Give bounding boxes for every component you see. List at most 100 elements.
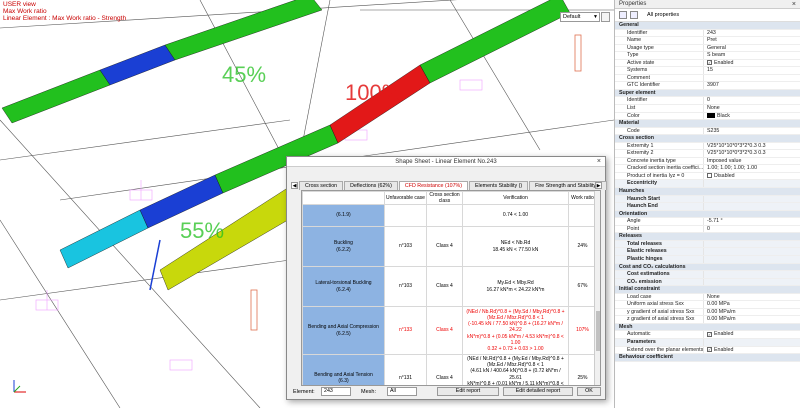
property-row[interactable]: y gradient of axial stress Sxx 0.00 MPa/m — [615, 308, 800, 317]
checkbox-icon[interactable]: ✓ — [707, 331, 712, 337]
property-value-cell[interactable] — [703, 286, 800, 293]
property-grid[interactable]: General Identifier 243 Name Pret Usage type Ge… — [615, 22, 800, 362]
property-value-cell[interactable]: ✓ Enabled — [703, 346, 800, 354]
property-category[interactable]: General — [615, 22, 800, 30]
property-value-cell[interactable]: -5.71 ° — [703, 218, 800, 225]
view-select[interactable]: Default ▼ — [560, 12, 600, 22]
property-value-cell[interactable] — [703, 180, 800, 188]
table-scrollbar[interactable] — [594, 191, 600, 385]
view-option-button[interactable] — [601, 12, 610, 22]
property-value-cell[interactable] — [703, 203, 800, 210]
property-group[interactable]: Plastic hinges — [615, 255, 800, 264]
property-value-cell[interactable] — [703, 135, 800, 142]
property-row[interactable]: Cracked section inertia coeffici... 1.00;… — [615, 165, 800, 173]
property-value-cell[interactable] — [703, 338, 800, 346]
property-row[interactable]: Load case None — [615, 293, 800, 302]
property-row[interactable]: Product of inertia Iyz = 0 Disabled — [615, 172, 800, 181]
property-category[interactable]: Orientation — [615, 210, 800, 219]
property-value-cell[interactable]: S beam — [703, 52, 800, 59]
property-value-cell[interactable] — [703, 248, 800, 255]
property-value-cell[interactable]: Pret — [703, 37, 800, 44]
property-category[interactable]: Super element — [615, 89, 800, 98]
property-group[interactable]: Parameters — [615, 338, 800, 347]
property-row[interactable]: Identifier 243 — [615, 29, 800, 38]
color-swatch[interactable] — [707, 112, 715, 118]
checkbox-icon[interactable] — [707, 173, 712, 179]
property-row[interactable]: Code S235 — [615, 127, 800, 136]
close-icon[interactable]: × — [792, 0, 796, 9]
property-row[interactable]: Identifier 0 — [615, 97, 800, 106]
table-row[interactable]: Bending and Axial Tension (6.3) n°131 Clas… — [302, 353, 597, 385]
property-row[interactable]: Systems 15 — [615, 67, 800, 75]
property-value-cell[interactable]: 0.00 MPa/m — [703, 316, 800, 323]
property-value-cell[interactable] — [703, 188, 800, 195]
property-value-cell[interactable]: None — [703, 105, 800, 112]
property-row[interactable]: Active state ✓ Enabled — [615, 59, 800, 68]
property-value-cell[interactable]: Black — [703, 112, 800, 120]
checkbox-icon[interactable]: ✓ — [707, 346, 712, 352]
property-value-cell[interactable]: Disabled — [703, 172, 800, 180]
table-row[interactable]: Lateral-torsional Buckling (6.2.4) n°103 C… — [302, 266, 597, 307]
property-category[interactable]: Material — [615, 120, 800, 128]
property-category[interactable]: Initial constraint — [615, 286, 800, 294]
property-value-cell[interactable] — [703, 233, 800, 240]
property-value-cell[interactable]: ✓ Enabled — [703, 331, 800, 338]
property-value-cell[interactable] — [703, 22, 800, 29]
filter-icon[interactable] — [630, 11, 638, 19]
property-row[interactable]: Extremity 2 V25*10*10*0*3*2*0.3 0.3 — [615, 150, 800, 158]
property-value-cell[interactable]: 243 — [703, 29, 800, 37]
property-value-cell[interactable]: General — [703, 44, 800, 52]
property-value-cell[interactable]: 15 — [703, 67, 800, 74]
property-group[interactable]: Haunch Start — [615, 195, 800, 204]
property-row[interactable]: Type S beam — [615, 52, 800, 60]
property-value-cell[interactable]: 3907 — [703, 82, 800, 89]
property-value-cell[interactable] — [703, 74, 800, 82]
sort-icon[interactable] — [619, 11, 627, 19]
tab-scroll-right-icon[interactable]: ▶ — [595, 182, 602, 189]
property-group[interactable]: Eccentricity — [615, 180, 800, 189]
property-row[interactable]: Extend over the planar elements ✓ Enabled — [615, 346, 800, 355]
ok-button[interactable]: OK — [577, 387, 601, 396]
property-value-cell[interactable] — [703, 240, 800, 248]
property-category[interactable]: Cross section — [615, 135, 800, 143]
property-row[interactable]: Automatic ✓ Enabled — [615, 331, 800, 339]
property-value-cell[interactable]: V25*10*10*0*3*2*0.3 0.3 — [703, 150, 800, 157]
property-group[interactable]: CO₂ emission — [615, 278, 800, 287]
property-row[interactable]: Extremity 1 V25*10*10*0*3*2*0.3 0.3 — [615, 142, 800, 151]
property-row[interactable]: Point 0 — [615, 225, 800, 234]
tab-scroll-left-icon[interactable]: ◀ — [291, 182, 298, 189]
property-value-cell[interactable] — [703, 120, 800, 127]
property-value-cell[interactable] — [703, 278, 800, 286]
verification-table-container[interactable]: Unfavorable case Cross section class Ver… — [301, 190, 601, 386]
property-value-cell[interactable]: 0 — [703, 225, 800, 233]
property-value-cell[interactable]: 0.00 MPa — [703, 301, 800, 308]
mesh-select[interactable]: All — [387, 387, 417, 396]
property-row[interactable]: Color Black — [615, 112, 800, 121]
property-row[interactable]: z gradient of axial stress Sxx 0.00 MPa/m — [615, 316, 800, 324]
property-value-cell[interactable]: None — [703, 293, 800, 301]
property-value-cell[interactable] — [703, 324, 800, 331]
property-value-cell[interactable]: S235 — [703, 127, 800, 135]
close-icon[interactable]: × — [597, 157, 601, 167]
property-value-cell[interactable] — [703, 255, 800, 263]
property-value-cell[interactable] — [703, 90, 800, 97]
property-value-cell[interactable] — [703, 354, 800, 361]
table-row[interactable]: (6.1.9) 0.74 < 1.00 — [302, 204, 597, 227]
tab-deflections[interactable]: Deflections (62%) — [344, 181, 398, 190]
property-value-cell[interactable] — [703, 271, 800, 278]
property-category[interactable]: Behaviour coefficient — [615, 354, 800, 362]
property-category[interactable]: Mesh — [615, 323, 800, 332]
property-category[interactable]: Haunches — [615, 188, 800, 196]
edit-detailed-report-button[interactable]: Edit detailed report — [503, 387, 573, 396]
property-category[interactable]: Releases — [615, 233, 800, 241]
property-value-cell[interactable]: 0.00 MPa/m — [703, 308, 800, 316]
element-select[interactable]: 243 — [321, 387, 351, 396]
tab-elements-stability[interactable]: Elements Stability () — [469, 181, 529, 190]
property-value-cell[interactable]: V25*10*10*0*3*2*0.3 0.3 — [703, 142, 800, 150]
edit-report-button[interactable]: Edit report — [437, 387, 499, 396]
property-value-cell[interactable] — [703, 195, 800, 203]
property-value-cell[interactable]: 0 — [703, 97, 800, 105]
tab-cfd-resistance[interactable]: CFD Resistance (107%) — [398, 181, 469, 190]
checkbox-icon[interactable]: ✓ — [707, 59, 712, 65]
table-row[interactable]: Bending and Axial Compression (6.2.5) n°1… — [302, 306, 597, 355]
